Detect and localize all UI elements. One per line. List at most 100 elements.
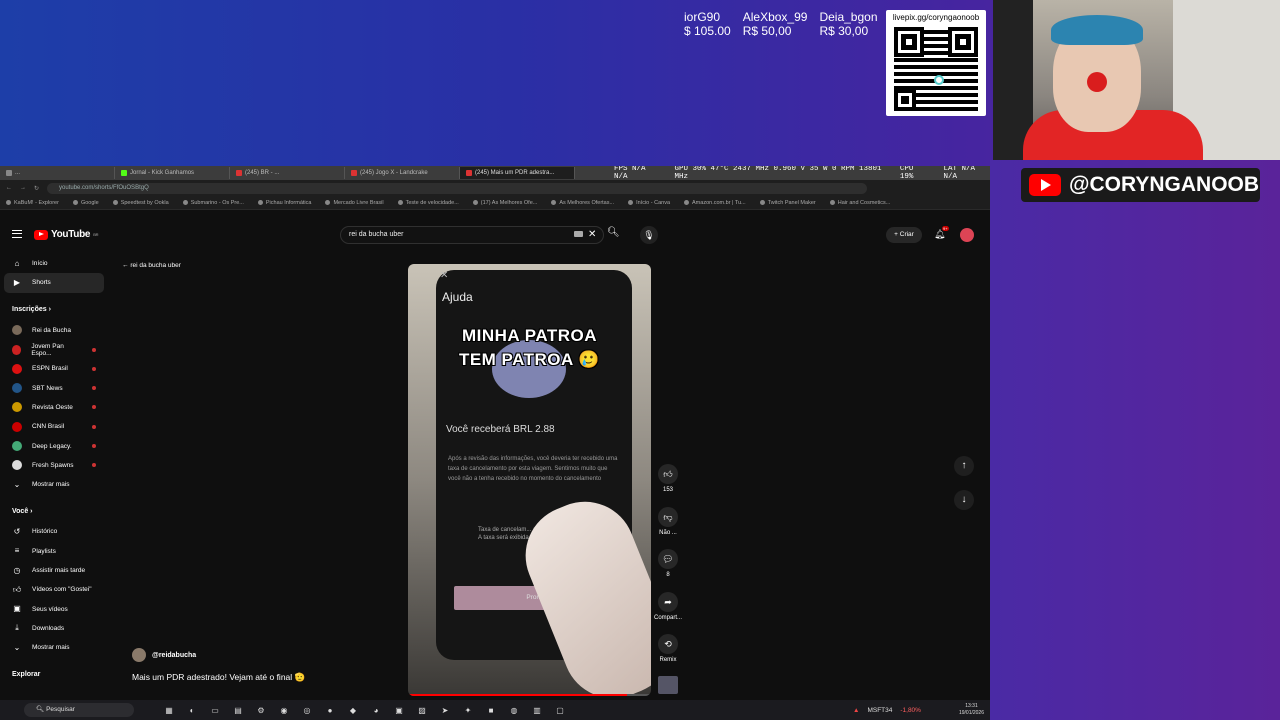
create-button[interactable]: + Criar (886, 227, 922, 243)
latency-stat: LAT N/A N/A (943, 166, 976, 181)
you-heading[interactable]: Você › (0, 500, 110, 522)
discord-icon[interactable]: ◎ (300, 703, 314, 717)
app-icon[interactable]: ▨ (415, 703, 429, 717)
search-input[interactable]: rei da bucha uber (340, 226, 604, 244)
back-nav-icon[interactable]: ← (6, 185, 12, 191)
bookmark-item[interactable]: Teste de velocidade... (398, 200, 459, 206)
subscription-item[interactable]: Revista Oeste (0, 398, 110, 417)
sidebar-item-liked[interactable]: 👍︎ Vídeos com "Gostei" (0, 580, 110, 599)
bookmark-item[interactable]: Google (73, 200, 99, 206)
comment-icon[interactable]: 💬︎ (658, 549, 678, 569)
settings-icon[interactable]: ⚙ (254, 703, 268, 717)
edge-icon[interactable]: ◐ (185, 703, 199, 717)
next-short-button[interactable]: ↓ (954, 490, 974, 510)
search-icon[interactable]: 🔍︎ (607, 227, 625, 243)
live-dot-icon (92, 463, 96, 468)
sidebar-item-history[interactable]: ↺ Histórico (0, 522, 110, 541)
firefox-icon[interactable]: ◕ (369, 703, 383, 717)
app-icon[interactable]: ▣ (392, 703, 406, 717)
avatar[interactable] (960, 228, 974, 242)
like-icon[interactable]: 👍︎ (658, 464, 678, 484)
app-icon[interactable]: ▥ (530, 703, 544, 717)
app-icon[interactable]: ▢ (553, 703, 567, 717)
app-icon[interactable]: ◆ (346, 703, 360, 717)
bookmark-item[interactable]: Pichau Informática (258, 200, 312, 206)
sidebar-item-your-videos[interactable]: ▣ Seus vídeos (0, 599, 110, 618)
bookmark-item[interactable]: Hair and Cosmetics... (830, 200, 891, 206)
you-show-more[interactable]: ⌄ Mostrar mais (0, 638, 110, 657)
comment-action[interactable]: 💬︎ 8 (650, 549, 686, 592)
bookmark-item[interactable]: Amazon.com.br | Tu... (684, 200, 746, 206)
browser-tab-active[interactable]: (245) Mais um PDR adestra... (460, 167, 575, 179)
subscription-item[interactable]: Deep Legacy. (0, 436, 110, 455)
sidebar-item-home[interactable]: ⌂ Início (0, 254, 110, 273)
browser-tab[interactable]: Jornal - Kick Ganhamos (115, 167, 230, 179)
mic-icon[interactable]: 🎙︎ (640, 226, 658, 244)
browser-tab[interactable]: ... (0, 167, 115, 179)
bookmark-item[interactable]: Início - Canva (628, 200, 670, 206)
channel-avatar (12, 460, 22, 471)
video-progress-bar[interactable] (408, 694, 651, 696)
subscription-item[interactable]: ESPN Brasil (0, 359, 110, 378)
remix-action[interactable]: ⟲ Remix (650, 634, 686, 677)
video-receive-text: Você receberá BRL 2.88 (446, 424, 555, 435)
subscription-item[interactable]: SBT News (0, 378, 110, 397)
like-icon: 👍︎ (12, 584, 22, 594)
app-icon[interactable]: ■ (484, 703, 498, 717)
previous-short-button[interactable]: ↑ (954, 456, 974, 476)
taskview-icon[interactable]: ▦ (162, 703, 176, 717)
share-action[interactable]: ➦ Compart... (650, 591, 686, 635)
menu-icon[interactable] (12, 230, 22, 238)
like-action[interactable]: 👍︎ 153 (650, 464, 686, 507)
subscriptions-heading[interactable]: Inscrições › (0, 299, 110, 321)
watch-later-icon: ◷ (13, 565, 21, 575)
chrome-icon[interactable]: ◍ (507, 703, 521, 717)
back-to-search-link[interactable]: ← rei da bucha uber (122, 262, 181, 269)
dislike-icon[interactable]: 👎︎ (658, 506, 678, 527)
telegram-icon[interactable]: ➤ (438, 703, 452, 717)
dislike-action[interactable]: 👎︎ Não ... (650, 506, 686, 550)
obs-icon[interactable]: ● (323, 703, 337, 717)
url-field[interactable]: youtube.com/shorts/FfOuOSBtgQ (47, 182, 868, 194)
sidebar-item-watch-later[interactable]: ◷ Assistir mais tarde (0, 561, 110, 580)
subscription-item[interactable]: Jovem Pan Espo... (0, 340, 110, 359)
taskbar-search[interactable]: 🔍︎ Pesquisar (24, 703, 134, 717)
clear-search-icon[interactable]: ✕ (588, 229, 596, 240)
keyboard-icon[interactable] (574, 231, 583, 237)
sidebar-item-playlists[interactable]: ≡ Playlists (0, 542, 110, 561)
subscriptions-show-more[interactable]: ⌄ Mostrar mais (0, 475, 110, 494)
system-clock[interactable]: 13:31 19/01/2026 (959, 703, 984, 717)
video-icon: ▣ (13, 604, 21, 614)
explorer-icon[interactable]: ▭ (208, 703, 222, 717)
steam-icon[interactable]: ◉ (277, 703, 291, 717)
reload-icon[interactable]: ↻ (34, 185, 39, 192)
stock-widget[interactable]: ▲ MSFT34 -1,80% (853, 707, 921, 714)
sidebar-item-shorts[interactable]: ▶ Shorts (4, 273, 104, 293)
shorts-actions: 👍︎ 153 👎︎ Não ... 💬︎ 8 ➦ Compart... ⟲ Remix (650, 464, 686, 677)
subscription-item[interactable]: Rei da Bucha (0, 321, 110, 340)
bookmark-item[interactable]: Twitch Panel Maker (760, 200, 816, 206)
webcam-feed (993, 0, 1280, 160)
bookmark-item[interactable]: Mercado Livre Brasil (325, 200, 383, 206)
browser-tab[interactable]: (245) Jogo X - Landcrake (345, 167, 460, 179)
bookmark-item[interactable]: KaBuM! - Explorer (6, 200, 59, 206)
subscription-item[interactable]: CNN Brasil (0, 417, 110, 436)
bookmark-item[interactable]: Speedtest by Ookla (113, 200, 169, 206)
donor-name: Deia_bgon (819, 10, 878, 24)
forward-nav-icon[interactable]: → (20, 185, 26, 191)
bookmark-item[interactable]: Submarino - Os Pre... (183, 200, 244, 206)
audio-thumbnail[interactable] (658, 676, 678, 694)
share-icon[interactable]: ➦ (658, 591, 678, 612)
bookmark-item[interactable]: As Melhores Ofertas... (551, 200, 614, 206)
store-icon[interactable]: ▤ (231, 703, 245, 717)
bookmark-item[interactable]: (17) As Melhores Ofe... (473, 200, 538, 206)
shorts-video-player[interactable]: ✕ Ajuda MINHA PATROA TEM PATROA 🥲 Você r… (408, 264, 651, 696)
browser-tab[interactable]: (245) BR - ... (230, 167, 345, 179)
app-icon[interactable]: ✦ (461, 703, 475, 717)
sidebar-item-downloads[interactable]: ⤓ Downloads (0, 619, 110, 638)
cpu-stat: CPU 19% (899, 166, 914, 181)
subscription-item[interactable]: Fresh Spawns (0, 456, 110, 475)
remix-icon[interactable]: ⟲ (658, 634, 678, 654)
youtube-logo[interactable]: YouTube BR (34, 229, 98, 240)
channel-info[interactable]: @reidabucha (132, 648, 196, 662)
